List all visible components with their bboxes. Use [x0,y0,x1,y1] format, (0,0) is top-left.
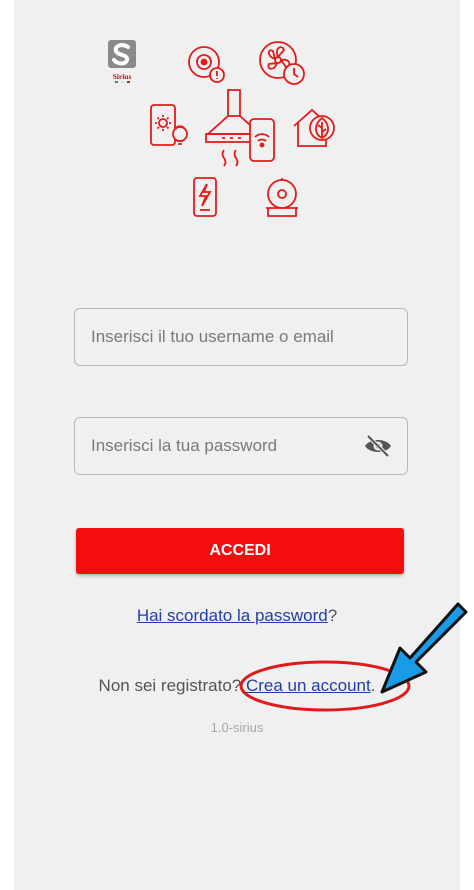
create-account-link[interactable]: Crea un account [246,676,371,695]
username-field[interactable] [74,308,408,366]
forgot-suffix: ? [327,606,338,625]
forgot-password-link[interactable]: Hai scordato la password [137,606,328,625]
eco-home-icon [293,108,335,147]
username-input[interactable] [89,326,393,348]
login-button[interactable]: ACCEDI [76,528,404,574]
password-input[interactable] [89,435,355,457]
bell-icon [266,178,298,217]
password-field[interactable] [74,417,408,475]
register-prefix: Non sei registrato? [98,676,246,695]
smart-light-tablet-icon [150,104,188,146]
power-phone-icon [193,177,217,217]
fan-timer-icon [259,41,305,85]
hero-illustration: Sirius [14,30,460,230]
sirius-logo-icon: Sirius [108,40,136,83]
register-row: Non sei registrato? Crea un account. [14,676,460,696]
smoke-detector-icon [188,46,225,83]
eye-off-icon[interactable] [363,434,393,458]
svg-text:Sirius: Sirius [113,72,132,81]
login-screen: Sirius Inserisci il tuo username o email… [14,0,460,890]
app-version: 1.0-sirius [210,720,264,735]
wifi-phone-icon [249,118,275,162]
forgot-password-row: Hai scordato la password? [14,606,460,626]
register-suffix: . [370,676,376,695]
